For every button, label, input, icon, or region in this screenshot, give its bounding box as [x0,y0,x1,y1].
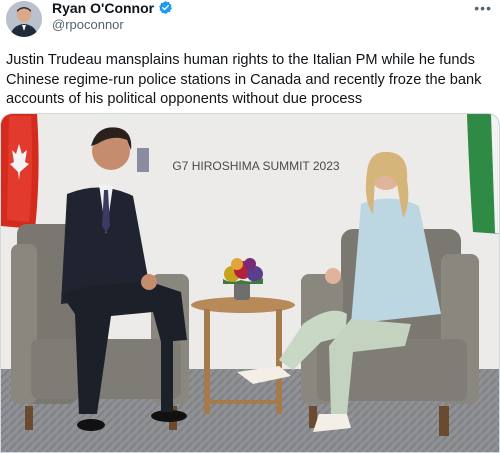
verified-badge-icon [158,0,173,18]
author-display-name[interactable]: Ryan O'Connor [52,0,154,16]
canada-flag [1,114,39,229]
backdrop-text: G7 HIROSHIMA SUMMIT 2023 [172,159,339,173]
tweet-media[interactable]: G7 HIROSHIMA SUMMIT 2023 [0,113,500,453]
tweet-header: Ryan O'Connor @rpoconnor ••• [0,0,500,42]
avatar-image [6,1,42,37]
italy-flag [467,114,499,234]
author-name-row[interactable]: Ryan O'Connor [52,0,173,18]
summit-logo [137,148,149,172]
author-handle[interactable]: @rpoconnor [52,17,124,33]
tweet-text: Justin Trudeau mansplains human rights t… [6,52,482,107]
more-options-icon[interactable]: ••• [474,0,492,16]
avatar[interactable] [6,1,42,37]
media-photo: G7 HIROSHIMA SUMMIT 2023 [1,114,499,452]
